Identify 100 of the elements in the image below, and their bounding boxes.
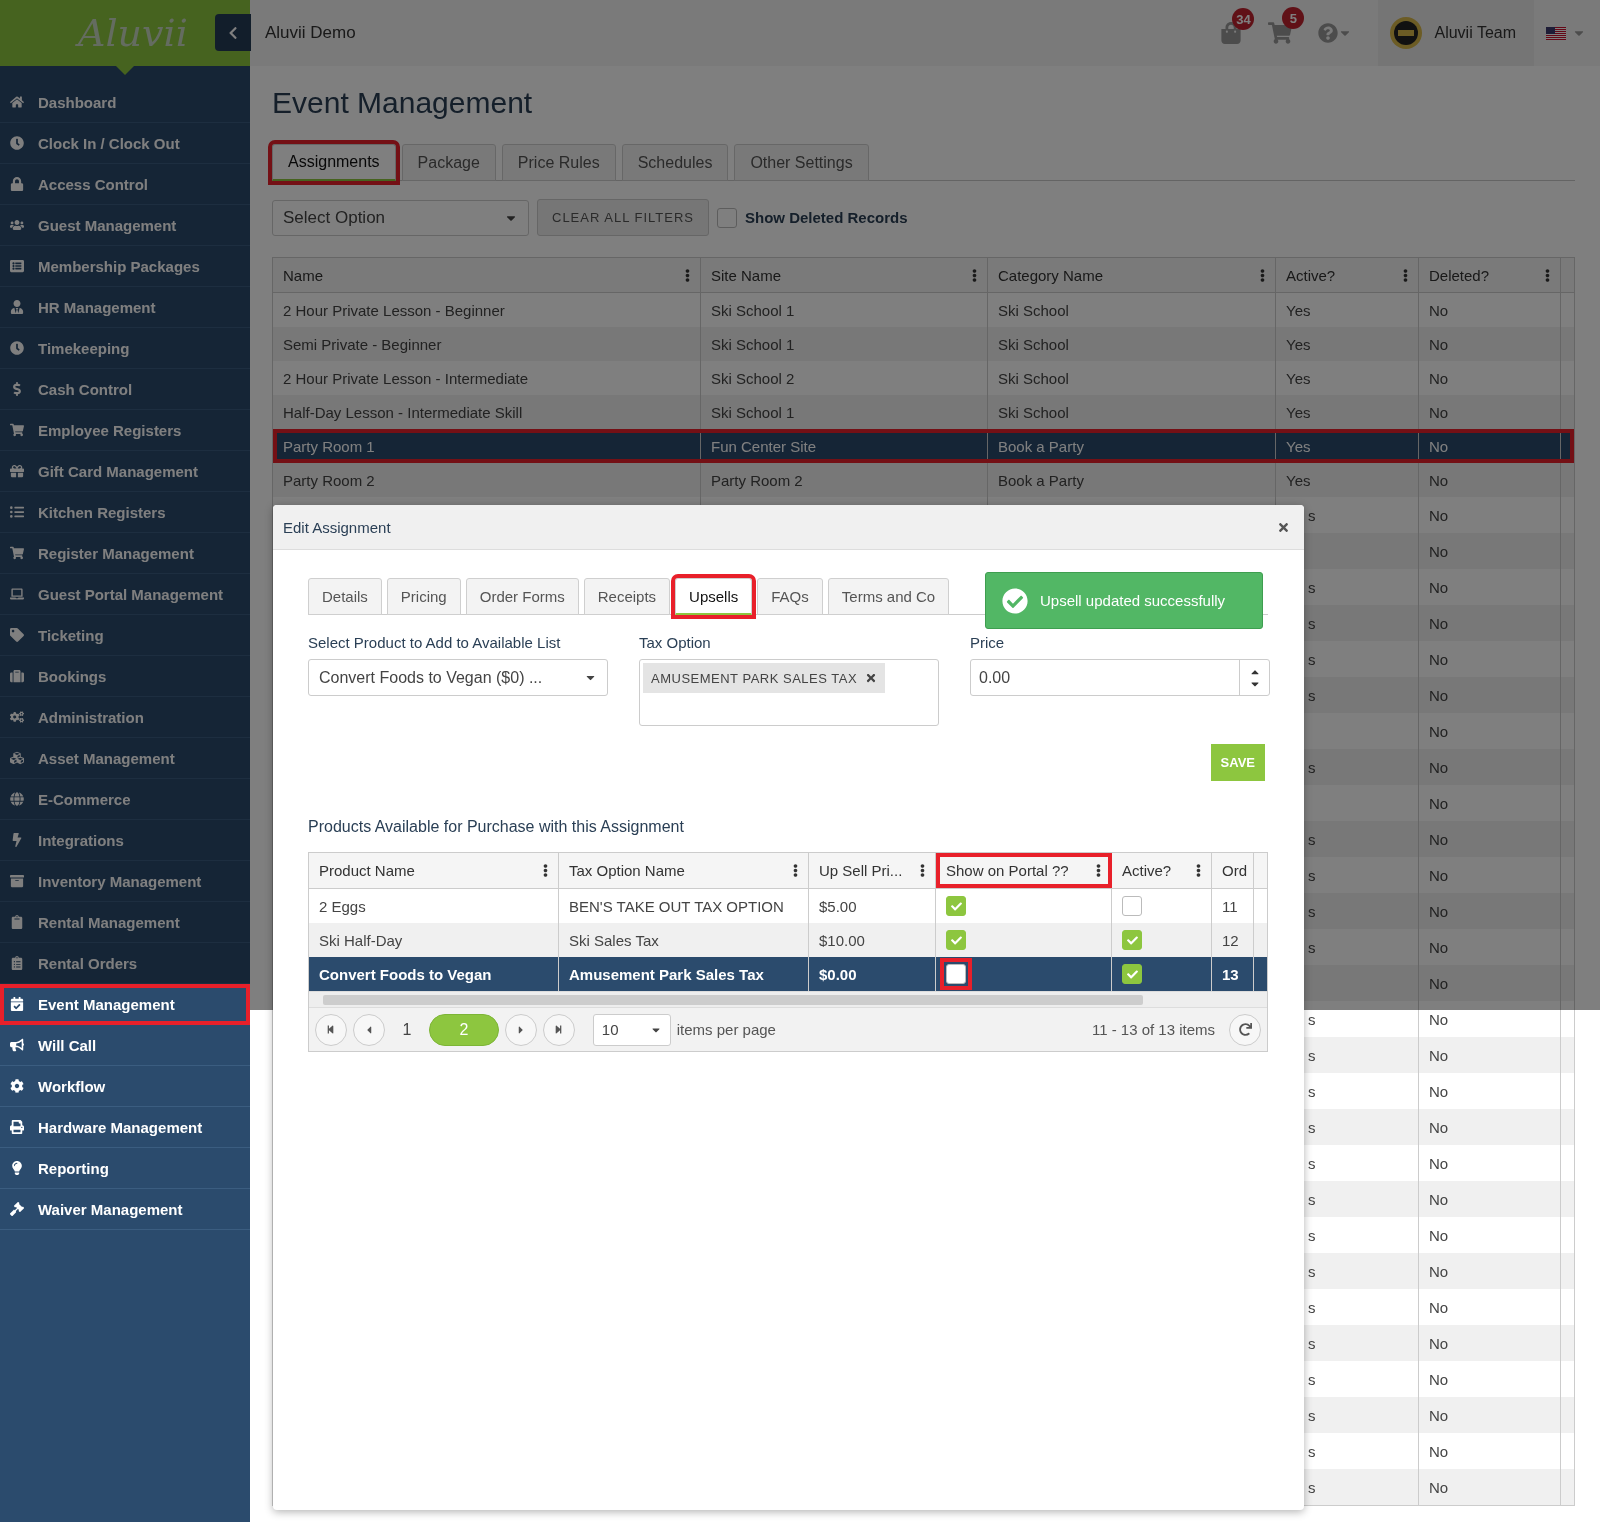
tax-field[interactable]: AMUSEMENT PARK SALES TAX xyxy=(639,659,939,726)
page-button[interactable]: 1 xyxy=(390,1013,423,1046)
table-row[interactable]: Half-Day Lesson - Intermediate Skill Ski School 1 Ski School Yes No xyxy=(273,395,1574,429)
table-cell: s xyxy=(1308,686,1316,704)
table-cell: No xyxy=(1429,403,1449,421)
table-cell: 2 Hour Private Lesson - Beginner xyxy=(283,301,505,319)
table-cell: No xyxy=(1429,578,1449,596)
checkbox[interactable] xyxy=(1122,930,1142,950)
table-cell: No xyxy=(1429,866,1449,884)
tab[interactable]: Terms and Co xyxy=(827,578,950,615)
bag-icon[interactable] xyxy=(1220,22,1243,44)
column-header[interactable]: Deleted? xyxy=(1429,266,1490,284)
column-header[interactable]: Tax Option Name xyxy=(559,853,809,888)
tab[interactable]: Order Forms xyxy=(465,578,579,615)
tax-tag[interactable]: AMUSEMENT PARK SALES TAX xyxy=(643,663,886,693)
page-title: Event Management xyxy=(272,85,534,121)
first-page-button[interactable] xyxy=(315,1013,347,1046)
table-cell: Yes xyxy=(1286,403,1311,421)
table-cell: $5.00 xyxy=(819,897,857,915)
check-icon xyxy=(950,900,962,912)
checkbox[interactable] xyxy=(946,896,966,916)
user-menu[interactable]: Aluvii Team xyxy=(1378,0,1534,66)
sidebar-item[interactable]: Event Management xyxy=(0,984,250,1025)
table-cell: No xyxy=(1429,1370,1449,1388)
price-field[interactable]: 0.00 xyxy=(970,659,1270,696)
table-cell: 12 xyxy=(1222,931,1239,949)
column-header[interactable]: Show on Portal ?? xyxy=(936,853,1112,888)
table-cell: s xyxy=(1308,938,1316,956)
table-cell: Semi Private - Beginner xyxy=(283,335,442,353)
dollar-icon xyxy=(10,382,24,396)
tab[interactable]: Package xyxy=(401,144,496,181)
column-header[interactable]: Category Name xyxy=(998,266,1104,284)
tab[interactable]: FAQs xyxy=(757,578,823,615)
table-cell: No xyxy=(1429,686,1449,704)
table-cell: No xyxy=(1429,722,1449,740)
filter-select[interactable]: Select Option xyxy=(272,199,529,236)
column-header[interactable]: Up Sell Pri... xyxy=(809,853,936,888)
printer-icon xyxy=(10,1120,24,1134)
field-label: Select Product to Add to Available List xyxy=(308,634,562,651)
table-cell: s xyxy=(1308,1046,1316,1064)
remove-icon[interactable] xyxy=(865,672,878,684)
column-header[interactable]: Site Name xyxy=(711,266,782,284)
column-header[interactable]: Ord xyxy=(1212,853,1254,888)
page-size-select[interactable]: 10 xyxy=(592,1013,671,1046)
table-row[interactable]: Party Room 1 Fun Center Site Book a Party Yes No xyxy=(273,429,1574,463)
tab[interactable]: Pricing xyxy=(386,578,461,615)
avatar[interactable] xyxy=(1390,17,1423,49)
refresh-button[interactable] xyxy=(1229,1013,1261,1046)
toast-message: Upsell updated successfully xyxy=(1040,592,1226,609)
tab[interactable]: Details xyxy=(308,578,382,615)
cart-icon xyxy=(10,546,24,560)
gift-icon xyxy=(10,464,24,478)
product-select[interactable]: Convert Foods to Vegan ($0) ... xyxy=(308,659,608,696)
scrollbar-thumb[interactable] xyxy=(323,994,1143,1005)
table-cell: No xyxy=(1429,1118,1449,1136)
collapse-button[interactable] xyxy=(215,14,251,51)
table-cell: Ski Sales Tax xyxy=(569,931,659,949)
table-cell: No xyxy=(1429,938,1449,956)
table-cell: $10.00 xyxy=(819,931,865,949)
table-cell: Ski School xyxy=(998,301,1069,319)
user-name[interactable]: Aluvii Team xyxy=(1434,24,1516,42)
checkbox[interactable] xyxy=(946,930,966,950)
column-header[interactable]: Product Name xyxy=(309,853,559,888)
column-header[interactable]: Active? xyxy=(1112,853,1212,888)
clear-filters-button[interactable]: CLEAR ALL FILTERS xyxy=(537,199,709,236)
tab[interactable]: Other Settings xyxy=(734,144,869,181)
checkbox[interactable] xyxy=(1122,964,1142,984)
table-cell: 2 Hour Private Lesson - Intermediate xyxy=(283,369,529,387)
table-cell: BEN'S TAKE OUT TAX OPTION xyxy=(569,897,784,915)
list-icon xyxy=(10,259,24,273)
clock-icon xyxy=(10,136,24,150)
cart-icon[interactable] xyxy=(1268,21,1293,45)
column-header[interactable]: Name xyxy=(283,266,323,284)
table-row[interactable]: Party Room 2 Party Room 2 Book a Party Yes No xyxy=(273,463,1574,497)
table-cell: s xyxy=(1308,1298,1316,1316)
field-label: Price xyxy=(970,634,1006,651)
table-cell: s xyxy=(1308,1406,1316,1424)
table-cell: No xyxy=(1429,1046,1449,1064)
tab[interactable]: Schedules xyxy=(621,144,729,181)
bolt-icon xyxy=(10,833,24,847)
checkbox[interactable] xyxy=(946,964,966,984)
column-header[interactable]: Active? xyxy=(1286,266,1336,284)
table-cell: Yes xyxy=(1286,369,1311,387)
tab[interactable]: Price Rules xyxy=(501,144,616,181)
gavel-icon xyxy=(10,1202,24,1216)
home-icon xyxy=(10,95,24,109)
table-cell: Party Room 1 xyxy=(283,437,375,455)
tab[interactable]: Receipts xyxy=(583,578,671,615)
table-row[interactable]: Semi Private - Beginner Ski School 1 Ski School Yes No xyxy=(273,327,1574,361)
last-page-button[interactable] xyxy=(542,1013,575,1046)
checkbox[interactable] xyxy=(1122,896,1142,916)
modal-title: Edit Assignment xyxy=(283,518,391,536)
flag-icon[interactable] xyxy=(1546,26,1566,40)
section-title: Products Available for Purchase with this Assignment xyxy=(308,818,685,836)
table-cell: s xyxy=(1308,1154,1316,1172)
table-row[interactable]: Ski Half-Day Ski Sales Tax $10.00 12 xyxy=(309,923,1267,957)
table-cell: No xyxy=(1429,335,1449,353)
checkbox[interactable] xyxy=(717,207,737,228)
table-row[interactable]: Convert Foods to Vegan Amusement Park Sales Tax $0.00 13 xyxy=(309,957,1267,991)
close-button[interactable] xyxy=(1277,520,1290,534)
